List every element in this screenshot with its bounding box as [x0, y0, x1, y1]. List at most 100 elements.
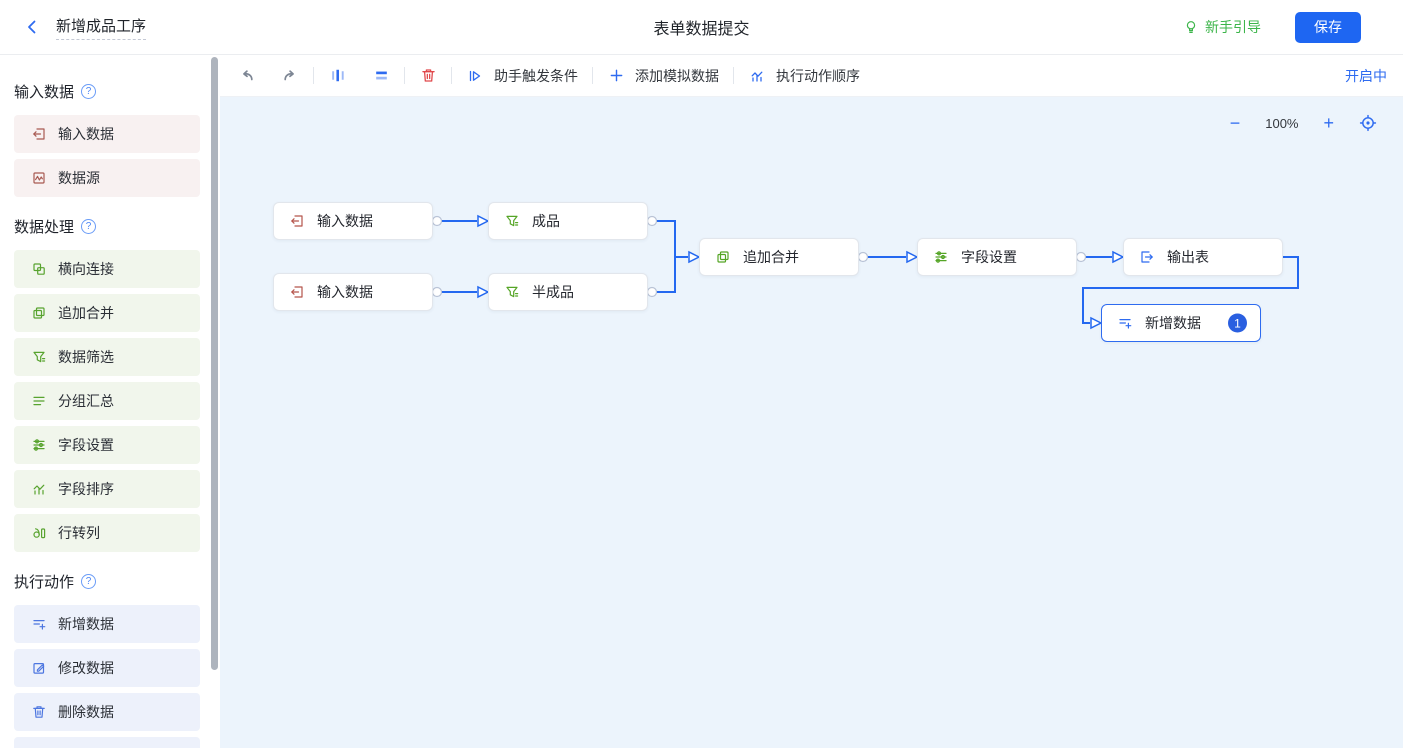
- sidebar-section: 执行动作? 新增数据修改数据删除数据消息推送: [14, 571, 220, 748]
- horizontal-join-icon: [31, 261, 47, 277]
- sidebar-item-label: 修改数据: [58, 658, 114, 678]
- node-output-port[interactable]: [859, 253, 868, 262]
- edge-arrowhead: [1091, 318, 1101, 328]
- help-question-icon[interactable]: ?: [81, 574, 96, 589]
- input-data-icon: [289, 213, 305, 229]
- action-order-button[interactable]: 执行动作顺序: [748, 66, 860, 86]
- filter-icon: [504, 213, 520, 229]
- node-output-port[interactable]: [1077, 253, 1086, 262]
- sidebar-item-追加合并[interactable]: 追加合并: [14, 294, 200, 332]
- node-output-port[interactable]: [648, 217, 657, 226]
- node-output-port[interactable]: [433, 288, 442, 297]
- sidebar-item-分组汇总[interactable]: 分组汇总: [14, 382, 200, 420]
- sidebar-item-输入数据[interactable]: 输入数据: [14, 115, 200, 153]
- append-merge-icon: [715, 249, 731, 265]
- edge-arrowhead: [1113, 252, 1123, 262]
- workflow-node-output[interactable]: 输出表: [1123, 238, 1283, 276]
- sidebar-item-字段设置[interactable]: 字段设置: [14, 426, 200, 464]
- sidebar-section-title: 数据处理?: [14, 216, 220, 237]
- status-toggle[interactable]: 开启中: [1345, 66, 1387, 86]
- sidebar-scrollbar[interactable]: [211, 57, 218, 670]
- output-table-icon: [1139, 249, 1155, 265]
- workflow-node-newdata[interactable]: 新增数据1: [1101, 304, 1261, 342]
- add-mock-data-button[interactable]: 添加模拟数据: [607, 66, 719, 86]
- sidebar-item-横向连接[interactable]: 横向连接: [14, 250, 200, 288]
- workflow-node-semi[interactable]: 半成品: [488, 273, 648, 311]
- sidebar-item-label: 数据源: [58, 168, 100, 188]
- sidebar-item-修改数据[interactable]: 修改数据: [14, 649, 200, 687]
- guide-label: 新手引导: [1205, 17, 1261, 37]
- add-data-icon: [31, 616, 47, 632]
- sidebar-item-新增数据[interactable]: 新增数据: [14, 605, 200, 643]
- edge-arrowhead: [907, 252, 917, 262]
- section-title-text: 数据处理: [14, 216, 74, 237]
- redo-icon[interactable]: [281, 67, 299, 85]
- sidebar-section-title: 输入数据?: [14, 81, 220, 102]
- node-count-badge: 1: [1228, 314, 1247, 333]
- canvas-toolbar: 助手触发条件 添加模拟数据 执行动作顺序 开启: [220, 55, 1403, 97]
- row-to-col-icon: [31, 525, 47, 541]
- workflow-node-append[interactable]: 追加合并: [699, 238, 859, 276]
- beginner-guide-link[interactable]: 新手引导: [1183, 17, 1261, 37]
- zoom-out-button[interactable]: −: [1230, 114, 1241, 132]
- align-horizontal-icon[interactable]: [372, 67, 390, 85]
- workflow-node-input2[interactable]: 输入数据: [273, 273, 433, 311]
- node-output-port[interactable]: [433, 217, 442, 226]
- sidebar-item-消息推送[interactable]: 消息推送: [14, 737, 200, 748]
- sidebar-section: 数据处理? 横向连接追加合并数据筛选分组汇总字段设置字段排序行转列: [14, 216, 220, 552]
- sidebar-item-label: 字段排序: [58, 479, 114, 499]
- node-label: 字段设置: [961, 247, 1017, 267]
- delete-data-icon: [31, 704, 47, 720]
- assistant-trigger-label: 助手触发条件: [494, 66, 578, 86]
- filter-icon: [504, 284, 520, 300]
- workflow-title[interactable]: 新增成品工序: [56, 15, 146, 40]
- node-label: 追加合并: [743, 247, 799, 267]
- node-output-port[interactable]: [648, 288, 657, 297]
- workflow-node-product[interactable]: 成品: [488, 202, 648, 240]
- sidebar-item-删除数据[interactable]: 删除数据: [14, 693, 200, 731]
- sidebar-item-字段排序[interactable]: 字段排序: [14, 470, 200, 508]
- input-data-icon: [31, 126, 47, 142]
- help-question-icon[interactable]: ?: [81, 84, 96, 99]
- edges-layer: [220, 97, 1403, 748]
- sidebar-item-label: 横向连接: [58, 259, 114, 279]
- save-button[interactable]: 保存: [1295, 12, 1361, 43]
- node-palette-sidebar: 输入数据? 输入数据数据源数据处理? 横向连接追加合并数据筛选分组汇总字段设置字段排…: [0, 55, 220, 748]
- help-question-icon[interactable]: ?: [81, 219, 96, 234]
- sidebar-item-label: 追加合并: [58, 303, 114, 323]
- plus-icon: [607, 67, 625, 85]
- sidebar-section-title: 执行动作?: [14, 571, 220, 592]
- zoom-in-button[interactable]: +: [1323, 114, 1334, 132]
- append-merge-icon: [31, 305, 47, 321]
- sidebar-item-数据筛选[interactable]: 数据筛选: [14, 338, 200, 376]
- section-title-text: 执行动作: [14, 571, 74, 592]
- workflow-node-fields[interactable]: 字段设置: [917, 238, 1077, 276]
- sidebar-item-行转列[interactable]: 行转列: [14, 514, 200, 552]
- add-data-icon: [1117, 315, 1133, 331]
- field-settings-icon: [31, 437, 47, 453]
- field-sort-icon: [31, 481, 47, 497]
- lightbulb-icon: [1183, 19, 1199, 35]
- workflow-node-input1[interactable]: 输入数据: [273, 202, 433, 240]
- back-icon[interactable]: [20, 15, 44, 39]
- node-label: 半成品: [532, 282, 574, 302]
- node-label: 输入数据: [317, 211, 373, 231]
- delete-icon[interactable]: [419, 67, 437, 85]
- align-vertical-icon[interactable]: [328, 67, 346, 85]
- add-mock-data-label: 添加模拟数据: [635, 66, 719, 86]
- action-order-icon: [748, 67, 766, 85]
- input-data-icon: [289, 284, 305, 300]
- sidebar-item-label: 删除数据: [58, 702, 114, 722]
- edit-data-icon: [31, 660, 47, 676]
- sidebar-section: 输入数据? 输入数据数据源: [14, 81, 220, 197]
- sidebar-item-数据源[interactable]: 数据源: [14, 159, 200, 197]
- trigger-play-icon: [466, 67, 484, 85]
- undo-icon[interactable]: [237, 67, 255, 85]
- node-label: 输入数据: [317, 282, 373, 302]
- app-header: 新增成品工序 表单数据提交 新手引导 保存: [0, 0, 1403, 55]
- workflow-canvas[interactable]: − 100% + 输入数据成品输入数据半成品追加合并字段设置输出表新增数据1: [220, 97, 1403, 748]
- sidebar-item-label: 分组汇总: [58, 391, 114, 411]
- assistant-trigger-button[interactable]: 助手触发条件: [466, 66, 578, 86]
- action-order-label: 执行动作顺序: [776, 66, 860, 86]
- locate-target-icon[interactable]: [1359, 114, 1377, 132]
